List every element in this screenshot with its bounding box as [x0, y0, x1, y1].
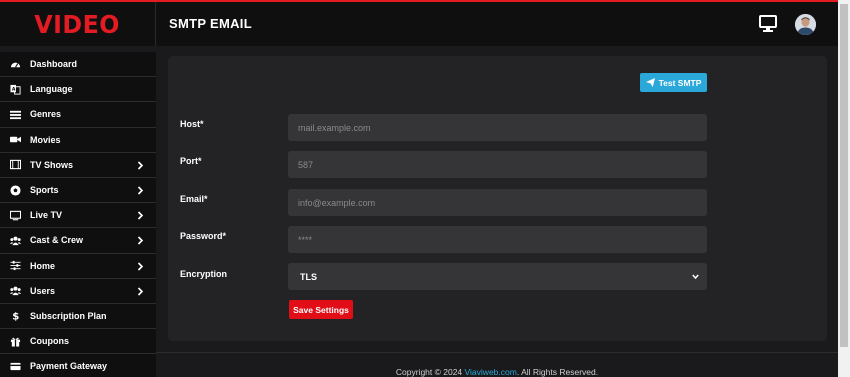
- soccer-ball-icon: [9, 184, 21, 196]
- chevron-right-icon: [137, 287, 144, 296]
- save-settings-button[interactable]: Save Settings: [289, 300, 353, 319]
- sidebar-item-tv-shows[interactable]: TV Shows: [0, 153, 156, 178]
- port-label: Port*: [180, 156, 202, 166]
- dashboard-icon: [9, 58, 21, 70]
- sidebar-item-dashboard[interactable]: Dashboard: [0, 52, 156, 78]
- video-camera-icon: [9, 134, 21, 146]
- sidebar-item-label: Genres: [30, 109, 62, 120]
- host-input[interactable]: mail.example.com: [288, 114, 707, 141]
- sidebar-item-sports[interactable]: Sports: [0, 178, 156, 204]
- sidebar-item-label: Dashboard: [30, 59, 78, 70]
- copyright-text: Copyright © 2024 Viaviweb.com. All Right…: [156, 367, 838, 377]
- sidebar-item-label: TV Shows: [30, 159, 74, 170]
- sidebar-item-subscription-plan[interactable]: $ Subscription Plan: [0, 304, 156, 330]
- sidebar-item-live-tv[interactable]: Live TV: [0, 203, 156, 229]
- page-scrollbar[interactable]: [838, 0, 850, 377]
- logo[interactable]: VIDEO: [0, 2, 156, 46]
- chevron-down-icon: [692, 274, 699, 280]
- sidebar: Dashboard A Language Genres Movies TV Sh…: [0, 52, 156, 377]
- sidebar-item-label: Cast & Crew: [30, 235, 84, 246]
- sidebar-item-label: Users: [30, 285, 56, 296]
- password-label: Password*: [180, 231, 227, 241]
- list-icon: [9, 108, 21, 120]
- monitor-icon[interactable]: [759, 15, 777, 32]
- sidebar-item-coupons[interactable]: Coupons: [0, 329, 156, 355]
- sidebar-item-cast-crew[interactable]: Cast & Crew: [0, 228, 156, 254]
- credit-card-icon: [9, 360, 21, 372]
- password-input[interactable]: ****: [288, 226, 707, 253]
- chevron-right-icon: [137, 236, 144, 245]
- svg-text:A: A: [11, 86, 15, 92]
- test-smtp-label: Test SMTP: [658, 77, 702, 88]
- logo-text: VIDEO: [34, 9, 121, 39]
- port-placeholder: 587: [298, 159, 314, 170]
- sliders-icon: [9, 260, 21, 272]
- film-icon: [9, 159, 21, 171]
- page-title: SMTP EMAIL: [169, 16, 252, 31]
- svg-text:$: $: [12, 312, 19, 321]
- host-placeholder: mail.example.com: [298, 122, 371, 133]
- test-smtp-button[interactable]: Test SMTP: [640, 73, 707, 92]
- sidebar-item-label: Movies: [30, 134, 61, 145]
- encryption-label: Encryption: [180, 269, 228, 279]
- sidebar-item-label: Subscription Plan: [30, 310, 107, 321]
- host-label: Host*: [180, 119, 204, 129]
- language-icon: A: [9, 83, 21, 95]
- email-placeholder: info@example.com: [298, 197, 376, 208]
- chevron-right-icon: [137, 261, 144, 271]
- sidebar-item-label: Payment Gateway: [30, 361, 108, 372]
- top-bar: VIDEO SMTP EMAIL: [0, 0, 838, 46]
- scrollbar-thumb[interactable]: [840, 4, 848, 347]
- footer: Copyright © 2024 Viaviweb.com. All Right…: [156, 352, 838, 377]
- sidebar-item-label: Home: [30, 260, 56, 271]
- sidebar-item-genres[interactable]: Genres: [0, 102, 156, 128]
- sidebar-item-label: Coupons: [30, 336, 69, 347]
- copyright-prefix: Copyright © 2024: [395, 367, 465, 377]
- sidebar-item-movies[interactable]: Movies: [0, 128, 156, 153]
- dollar-icon: $: [9, 310, 21, 322]
- sidebar-item-language[interactable]: A Language: [0, 77, 156, 103]
- sidebar-item-users[interactable]: Users: [0, 279, 156, 304]
- email-label: Email*: [180, 194, 208, 204]
- sidebar-item-home[interactable]: Home: [0, 254, 156, 279]
- password-placeholder: ****: [298, 234, 313, 245]
- encryption-value: TLS: [300, 271, 317, 282]
- avatar[interactable]: [795, 14, 816, 35]
- chevron-right-icon: [137, 211, 144, 220]
- chevron-right-icon: [137, 161, 144, 170]
- sidebar-item-label: Sports: [30, 185, 59, 196]
- copyright-suffix: . All Rights Reserved.: [516, 367, 599, 377]
- tv-icon: [9, 209, 21, 221]
- viaviweb-link[interactable]: Viaviweb.com: [465, 367, 517, 377]
- sidebar-item-payment-gateway[interactable]: Payment Gateway: [0, 354, 156, 377]
- users-icon: [9, 234, 21, 246]
- encryption-select[interactable]: TLS: [288, 263, 707, 290]
- email-input[interactable]: info@example.com: [288, 189, 707, 216]
- gift-icon: [9, 335, 21, 347]
- paper-plane-icon: [645, 78, 655, 87]
- sidebar-item-label: Language: [30, 84, 73, 95]
- port-input[interactable]: 587: [288, 151, 707, 178]
- smtp-settings-card: Test SMTP Host* mail.example.com Port* 5…: [168, 56, 827, 341]
- sidebar-item-label: Live TV: [30, 210, 63, 221]
- users-icon: [9, 285, 21, 297]
- chevron-right-icon: [137, 186, 144, 195]
